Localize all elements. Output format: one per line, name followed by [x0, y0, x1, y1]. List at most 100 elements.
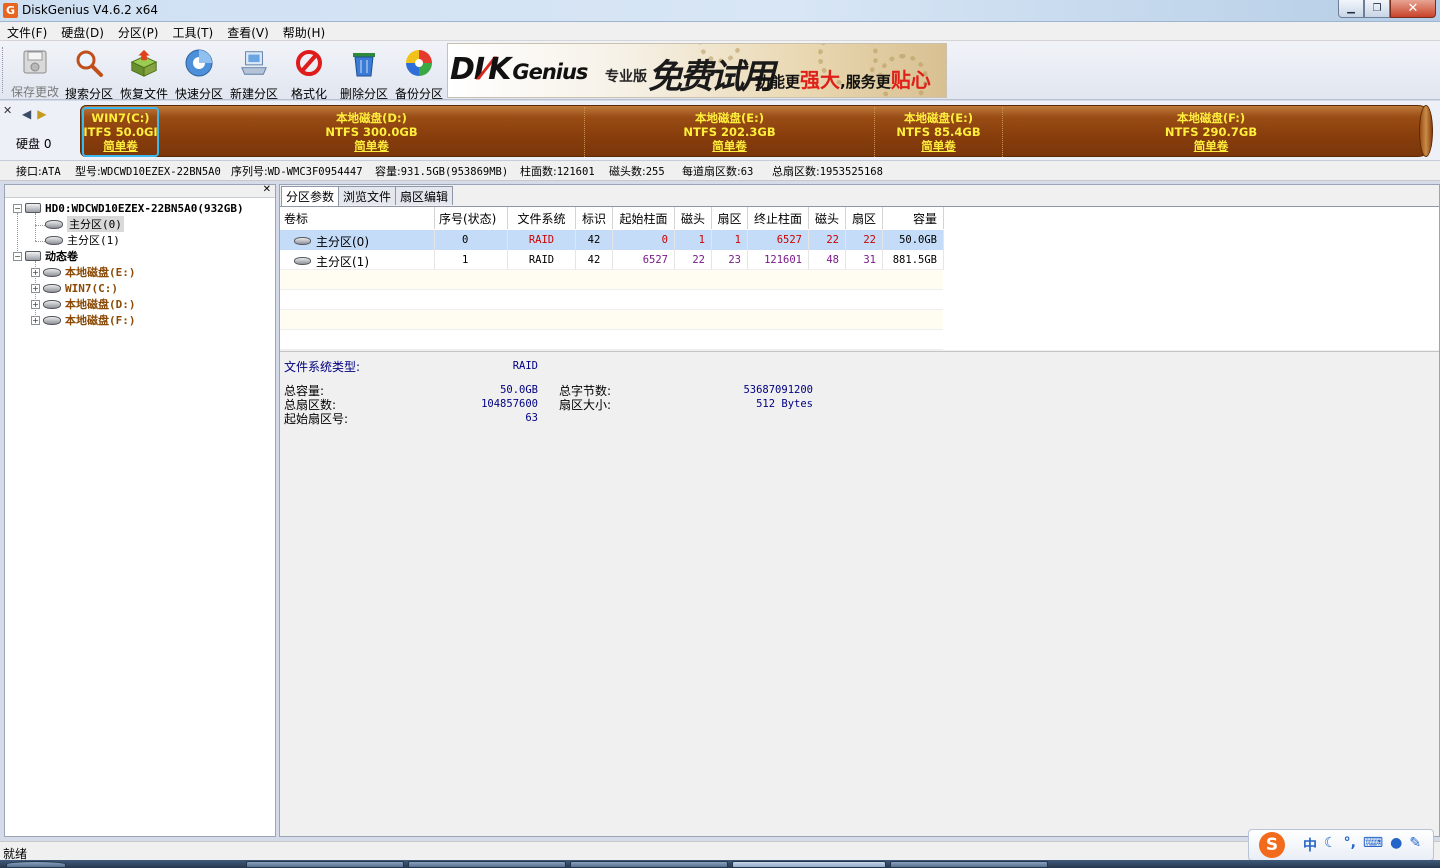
expand-icon[interactable]: +	[31, 299, 40, 309]
expand-icon[interactable]: +	[31, 267, 40, 277]
detail-value: 50.0GB	[500, 384, 538, 396]
new-partition-button[interactable]: 新建分区	[227, 45, 281, 101]
keyboard-icon[interactable]: ⌨	[1363, 835, 1383, 855]
wrench-icon[interactable]: ✎	[1409, 835, 1421, 855]
info-model: 型号:WDCWD10EZEX-22BN5A0	[75, 163, 221, 179]
taskbar-item[interactable]	[890, 861, 1048, 868]
logo-part: DI	[450, 52, 485, 87]
detail-value: RAID	[512, 360, 538, 372]
column-header[interactable]: 卷标	[280, 207, 435, 229]
start-button[interactable]	[6, 861, 66, 868]
tree-connector	[35, 213, 36, 241]
tab-browse-files[interactable]: 浏览文件	[338, 186, 397, 205]
tab-partition-params[interactable]: 分区参数	[281, 186, 340, 206]
punctuation-icon[interactable]: °,	[1344, 835, 1356, 855]
table-cell: 1	[435, 250, 508, 270]
column-header[interactable]: 标识	[576, 207, 613, 229]
format-button[interactable]: 格式化	[282, 45, 336, 101]
tree-volume-f[interactable]: + 本地磁盘(F:)	[31, 312, 136, 328]
partition-type: 简单卷	[921, 139, 956, 153]
column-header[interactable]: 扇区	[846, 207, 883, 229]
partition-map: WIN7(C:) ITFS 50.0GI 简单卷 本地磁盘(D:) NTFS 3…	[80, 105, 1433, 157]
tree-primary-partition-0[interactable]: 主分区(0)	[45, 216, 124, 232]
partition-block-e[interactable]: 本地磁盘(E:) NTFS 202.3GB 简单卷	[585, 107, 875, 157]
partition-block-c[interactable]: WIN7(C:) ITFS 50.0GI 简单卷	[82, 107, 159, 157]
search-partition-button[interactable]: 搜索分区	[62, 45, 116, 101]
promo-banner[interactable]: DI⁄KGenius 专业版 免费试用 功能更强大,服务更贴心	[447, 43, 947, 98]
close-icon[interactable]: ✕	[3, 104, 12, 117]
partition-details-pane: 分区参数 浏览文件 扇区编辑 卷标 序号(状态) 文件系统 标识 起始柱面 磁头…	[279, 184, 1440, 837]
taskbar-item[interactable]	[246, 861, 404, 868]
tree-volume-e[interactable]: + 本地磁盘(E:)	[31, 264, 136, 280]
menu-view[interactable]: 查看(V)	[220, 22, 276, 41]
partition-disk-icon	[294, 257, 311, 265]
column-header[interactable]: 磁头	[675, 207, 712, 229]
save-disk-icon	[20, 48, 50, 76]
ime-chinese-mode[interactable]: 中	[1303, 835, 1317, 855]
table-row-primary-1[interactable]: 主分区(1) 1 RAID 42 6527 22 23 121601 48 31…	[280, 250, 944, 270]
save-changes-button[interactable]: 保存更改	[8, 45, 62, 99]
magnifier-icon	[74, 48, 104, 78]
disk-info-bar: 接口:ATA 型号:WDCWD10EZEX-22BN5A0 序列号:WD-WMC…	[0, 161, 1440, 181]
partition-block-f[interactable]: 本地磁盘(F:) NTFS 290.7GB 简单卷	[1003, 107, 1419, 157]
delete-partition-button[interactable]: 删除分区	[337, 45, 391, 101]
table-row-primary-0[interactable]: 主分区(0) 0 RAID 42 0 1 1 6527 22 22 50.0GB	[280, 230, 944, 250]
expand-icon[interactable]: +	[31, 283, 40, 293]
sogou-logo-icon[interactable]: S	[1259, 832, 1285, 858]
column-header[interactable]: 文件系统	[508, 207, 576, 229]
banner-edition: 专业版	[605, 69, 647, 85]
taskbar-item[interactable]	[570, 861, 728, 868]
table-cell: 42	[576, 230, 613, 250]
maximize-button[interactable]: ❐	[1364, 0, 1390, 18]
menu-disk[interactable]: 硬盘(D)	[54, 22, 111, 41]
backup-partition-button[interactable]: 备份分区	[392, 45, 446, 101]
hard-disk-icon	[25, 203, 41, 213]
partition-block-d[interactable]: 本地磁盘(D:) NTFS 300.0GB 简单卷	[159, 107, 585, 157]
quick-partition-button[interactable]: 快速分区	[172, 45, 226, 101]
partition-name: 本地磁盘(F:)	[1176, 111, 1246, 125]
collapse-icon[interactable]: −	[13, 203, 22, 213]
next-disk-icon[interactable]: ▶	[37, 107, 46, 121]
partition-type: 简单卷	[712, 139, 747, 153]
previous-disk-icon[interactable]: ◀	[22, 107, 31, 121]
tree-disk-node[interactable]: − HD0:WDCWD10EZEX-22BN5A0(932GB)	[13, 200, 244, 216]
tool-label: 搜索分区	[64, 87, 113, 101]
tree-dynamic-volumes[interactable]: − 动态卷	[13, 248, 78, 264]
menu-partition[interactable]: 分区(P)	[111, 22, 166, 41]
column-header[interactable]: 终止柱面	[748, 207, 809, 229]
menu-tools[interactable]: 工具(T)	[166, 22, 221, 41]
detail-value: 63	[525, 412, 538, 424]
restore-icon: ❐	[1372, 3, 1382, 14]
column-header[interactable]: 起始柱面	[613, 207, 675, 229]
partition-block-e2[interactable]: 本地磁盘(E:) NTFS 85.4GB 简单卷	[875, 107, 1003, 157]
column-header[interactable]: 扇区	[712, 207, 748, 229]
minimize-button[interactable]: ▁	[1338, 0, 1364, 18]
table-cell: 6527	[748, 230, 809, 250]
tree-primary-partition-1[interactable]: 主分区(1)	[45, 232, 120, 248]
expand-icon[interactable]: +	[31, 315, 40, 325]
taskbar-item[interactable]	[408, 861, 566, 868]
toolbar-grip[interactable]	[2, 47, 6, 93]
tab-sector-edit[interactable]: 扇区编辑	[395, 186, 454, 205]
collapse-icon[interactable]: −	[13, 251, 22, 261]
volume-disk-icon	[43, 299, 61, 309]
menu-bar: 文件(F) 硬盘(D) 分区(P) 工具(T) 查看(V) 帮助(H)	[0, 22, 1440, 41]
ime-toolbar[interactable]: S 中 ☾ °, ⌨ ● ✎	[1248, 829, 1434, 861]
menu-file[interactable]: 文件(F)	[0, 22, 54, 41]
user-icon[interactable]: ●	[1390, 835, 1402, 855]
tree-volume-d[interactable]: + 本地磁盘(D:)	[31, 296, 136, 312]
column-header[interactable]: 容量	[883, 207, 944, 229]
menu-help[interactable]: 帮助(H)	[276, 22, 332, 41]
info-total-sectors: 总扇区数:1953525168	[772, 163, 883, 179]
recover-files-button[interactable]: 恢复文件	[117, 45, 171, 101]
table-cell: 42	[576, 250, 613, 270]
taskbar-item-active[interactable]	[732, 861, 886, 868]
close-icon[interactable]: ✕	[263, 184, 271, 195]
info-label: 序列号:	[231, 165, 268, 178]
tree-volume-c[interactable]: + WIN7(C:)	[31, 280, 118, 296]
moon-icon[interactable]: ☾	[1324, 835, 1337, 855]
close-button[interactable]: ✕	[1390, 0, 1436, 18]
column-header[interactable]: 序号(状态)	[435, 207, 508, 229]
column-header[interactable]: 磁头	[809, 207, 846, 229]
table-cell: 23	[712, 250, 748, 270]
